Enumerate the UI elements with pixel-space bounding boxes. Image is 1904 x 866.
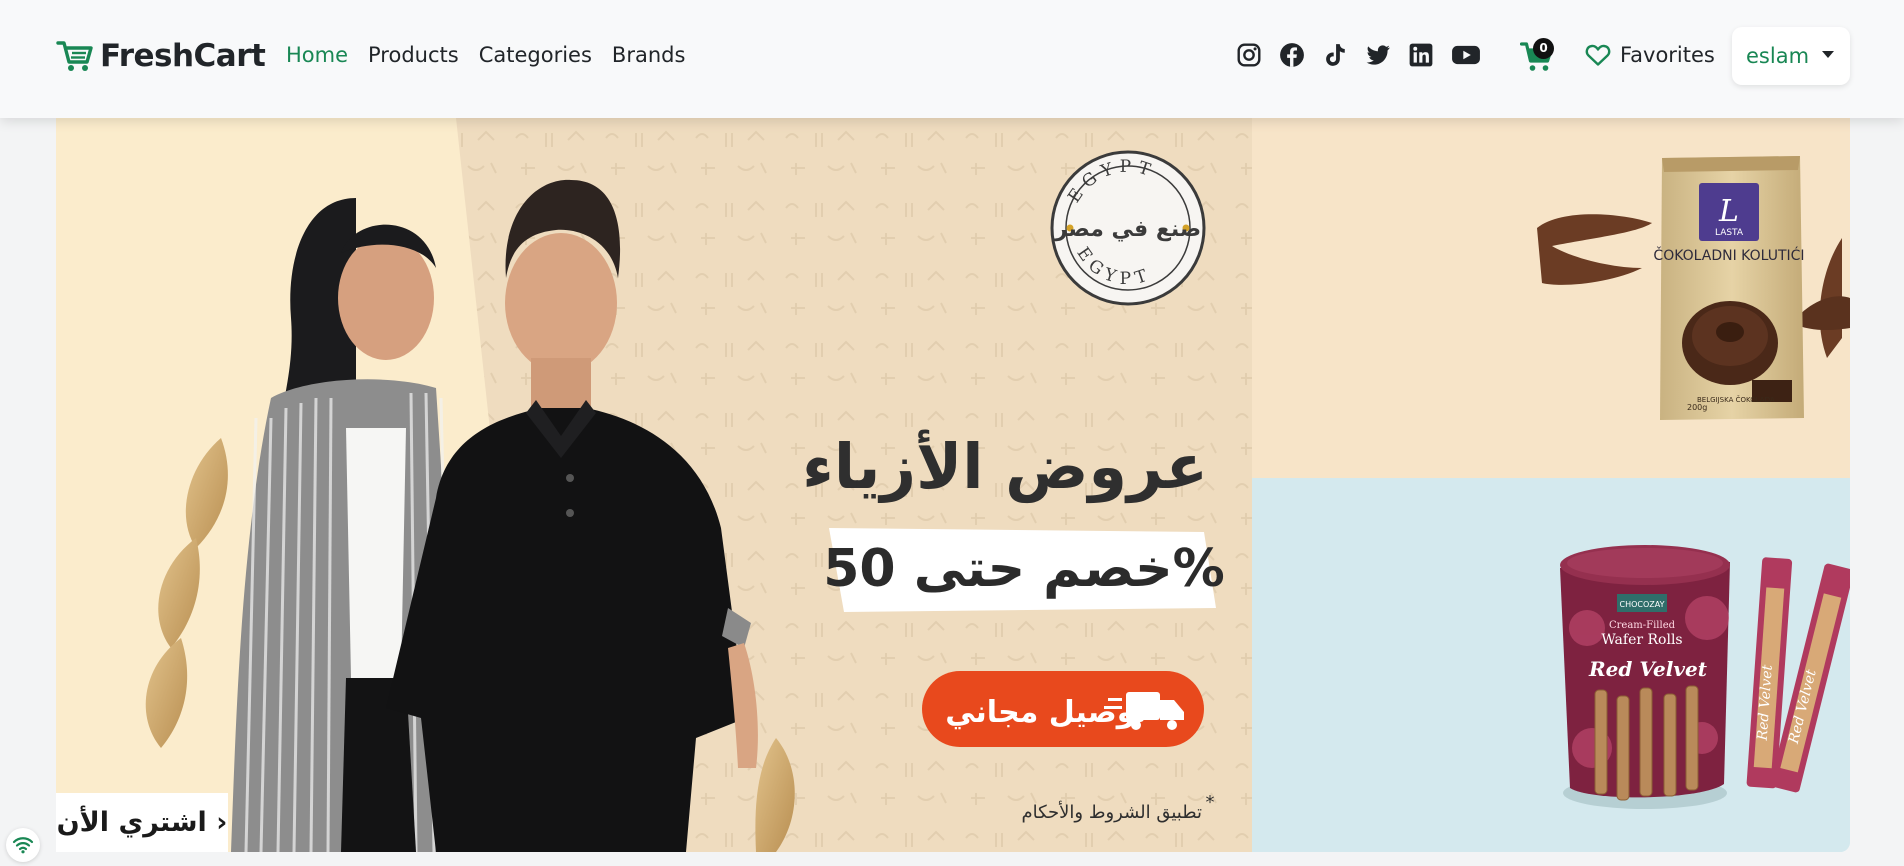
main-slider-banner[interactable]: EGYPT EGYPT صنع في مصر عروض الأزياء خصم … [56, 118, 1252, 852]
main-nav: Home Products Categories Brands [286, 43, 705, 67]
fashion-offer-banner: EGYPT EGYPT صنع في مصر عروض الأزياء خصم … [56, 118, 1252, 852]
wafer-product-image: CHOCOZAY Cream-Filled Wafer Rolls Red Ve… [1252, 478, 1850, 852]
nav-link-products[interactable]: Products [368, 43, 459, 67]
nav-link-brands[interactable]: Brands [612, 43, 686, 67]
heart-icon [1585, 44, 1611, 66]
side-banner-wafer[interactable]: CHOCOZAY Cream-Filled Wafer Rolls Red Ve… [1252, 478, 1850, 852]
tin-flavor: Red Velvet [1588, 657, 1708, 681]
cart-logo-icon [56, 41, 93, 71]
discount-text: خصم حتى 50% [823, 539, 1225, 599]
wifi-icon [12, 837, 34, 854]
linkedin-icon[interactable] [1408, 42, 1434, 68]
twitter-icon[interactable] [1365, 42, 1391, 68]
banner-title: عروض الأزياء [802, 429, 1208, 504]
navbar: FreshCart Home Products Categories Brand… [0, 0, 1904, 118]
caret-down-icon [1822, 51, 1834, 58]
stamp-center-text: صنع في مصر [1054, 217, 1201, 242]
bag-subtitle: BELGIJSKA ČOKOLADA [1697, 395, 1775, 404]
bag-weight: 200g [1687, 403, 1707, 412]
nav-link-categories[interactable]: Categories [479, 43, 592, 67]
user-name: eslam [1746, 44, 1810, 68]
chocolate-product-image: L LASTA ČOKOLADNI KOLUTIĆI BELGIJSKA ČOK… [1252, 118, 1850, 478]
wifi-status-icon[interactable] [6, 828, 40, 862]
shop-now-button[interactable]: اشتري الأن › [56, 793, 228, 852]
tin-brand: CHOCOZAY [1620, 600, 1665, 609]
youtube-icon[interactable] [1451, 42, 1481, 68]
instagram-icon[interactable] [1236, 42, 1262, 68]
favorites-label: Favorites [1620, 43, 1715, 67]
svg-text:L: L [1718, 194, 1739, 229]
terms-mark: * [1206, 792, 1215, 813]
bag-product-name: ČOKOLADNI KOLUTIĆI [1653, 246, 1804, 264]
tin-kind-2: Wafer Rolls [1601, 632, 1682, 648]
delivery-text: توصيل مجاني [945, 695, 1147, 730]
facebook-icon[interactable] [1279, 42, 1305, 68]
favorites-link[interactable]: Favorites [1585, 43, 1715, 67]
brand-name: FreshCart [100, 38, 266, 74]
user-dropdown[interactable]: eslam [1732, 27, 1850, 85]
cart-count-badge: 0 [1533, 38, 1554, 59]
social-links [1236, 42, 1498, 68]
tiktok-icon[interactable] [1322, 42, 1348, 68]
shop-now-label: اشتري الأن › [56, 807, 228, 838]
side-banner-chocolate[interactable]: L LASTA ČOKOLADNI KOLUTIĆI BELGIJSKA ČOK… [1252, 118, 1850, 478]
tin-kind-1: Cream-Filled [1609, 620, 1676, 631]
nav-link-home[interactable]: Home [286, 43, 348, 67]
bag-brand: LASTA [1715, 228, 1744, 238]
terms-text: تطبيق الشروط والأحكام [1021, 801, 1202, 823]
brand-logo[interactable]: FreshCart [56, 38, 266, 74]
